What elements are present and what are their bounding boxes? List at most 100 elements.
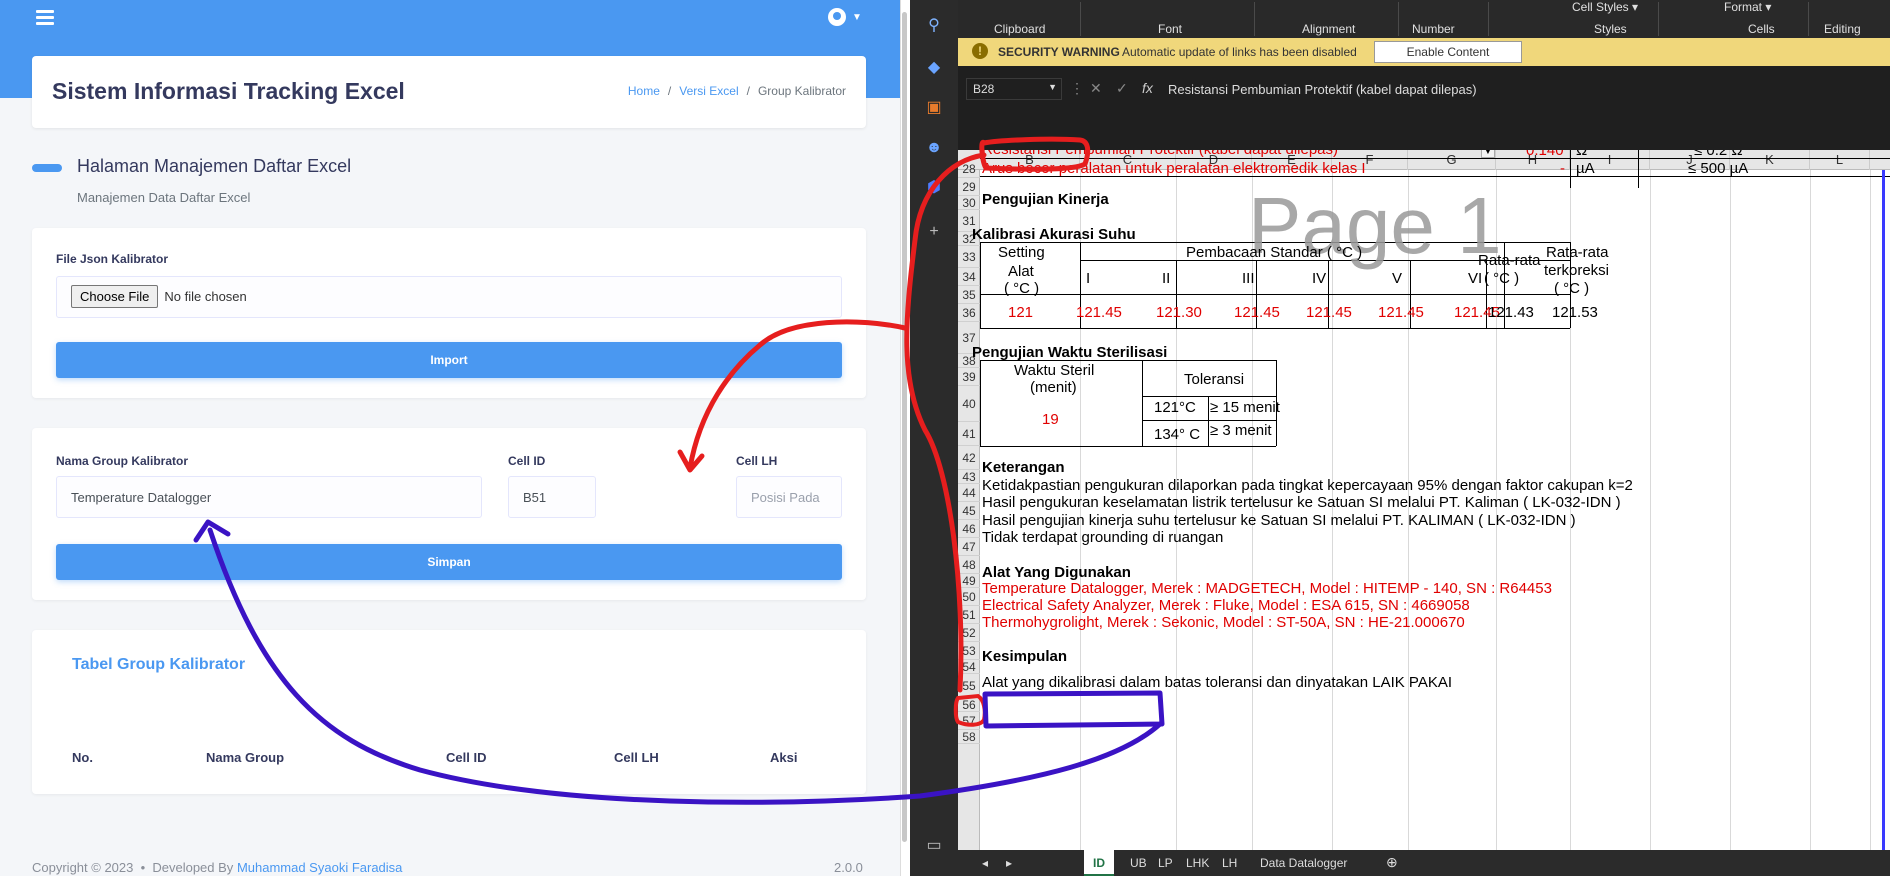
row-header[interactable]: 42 [958,446,980,470]
plus-icon[interactable]: + [924,222,944,242]
footer-author-link[interactable]: Muhammad Syaoki Faradisa [237,860,402,875]
enable-content-button[interactable]: Enable Content [1374,41,1522,63]
cell-i28[interactable]: 0.140 [1526,150,1564,159]
row-header[interactable]: 44 [958,484,980,502]
row-header[interactable]: 39 [958,368,980,386]
cell-b41[interactable]: 19 [1042,411,1059,428]
cell-roman-header[interactable]: II [1162,270,1170,287]
row-header[interactable]: 41 [958,422,980,446]
cell-b47[interactable]: Hasil pengujian kinerja suhu tertelusur … [982,512,1576,529]
cell-setting-3[interactable]: ( °C ) [1004,280,1039,297]
more-icon[interactable]: ⋮ [1070,80,1084,97]
cell-id-input[interactable]: B51 [508,476,596,518]
cell-roman-header[interactable]: V [1392,270,1402,287]
import-button[interactable]: Import [56,342,842,378]
cell-reading[interactable]: 121.45 [1306,304,1352,321]
row-header[interactable]: 43 [958,470,980,484]
cell-pembacaan[interactable]: Pembacaan Standar ( °C ) [1186,244,1362,261]
sheet-tab-id[interactable]: ID [1084,850,1114,876]
row-header[interactable]: 47 [958,538,980,556]
cell-j29[interactable]: µA [1576,160,1595,177]
cell-reading[interactable]: 121.45 [1234,304,1280,321]
dropdown-arrow-icon[interactable]: ▼ [1481,150,1495,158]
row-header[interactable]: 54 [958,660,980,674]
row-header[interactable]: 48 [958,556,980,574]
cell-j28[interactable]: Ω [1576,150,1587,159]
cell-d41[interactable]: 121°C [1154,399,1196,416]
cell-ratarata-1[interactable]: Rata-rata [1478,252,1541,269]
breadcrumb-versi-excel[interactable]: Versi Excel [679,84,738,98]
scrollbar-thumb[interactable] [902,12,907,842]
sheet-tab-lp[interactable]: LP [1158,856,1173,870]
sheet-tab-data-datalogger[interactable]: Data Datalogger [1260,856,1347,870]
choose-file-button[interactable]: Choose File [71,285,159,308]
sheet-tab-lhk[interactable]: LHK [1186,856,1209,870]
row-header[interactable]: 46 [958,520,980,538]
cell-b33[interactable]: Kalibrasi Akurasi Suhu [972,226,1136,243]
enter-icon[interactable]: ✓ [1116,80,1128,97]
tab-scroll-right-icon[interactable]: ▸ [1006,856,1012,870]
row-header[interactable]: 49 [958,574,980,588]
cell-b39[interactable]: Pengujian Waktu Sterilisasi [972,344,1167,361]
hamburger-menu-icon[interactable] [36,10,54,26]
tab-scroll-left-icon[interactable]: ◂ [982,856,988,870]
cell-b53[interactable]: Thermohygrolight, Merek : Sekonic, Model… [982,614,1465,631]
row-header[interactable]: 56 [958,698,980,712]
cell-roman-header[interactable]: VI [1468,270,1482,287]
shield-icon[interactable]: ⬢ [924,178,944,198]
cell-b28[interactable]: Resistansi Pembumian Protektif (kabel da… [982,150,1338,158]
cell-b46[interactable]: Hasil pengukuran keselamatan listrik ter… [982,494,1621,511]
row-header[interactable]: 35 [958,286,980,304]
cell-b48[interactable]: Tidak terdapat grounding di ruangan [982,529,1223,546]
cell-j37[interactable]: 121.53 [1552,304,1598,321]
toolbox-icon[interactable]: ▣ [924,98,944,118]
person-icon[interactable]: ☻ [924,138,944,158]
cell-ratarata-2[interactable]: ( °C ) [1484,270,1519,287]
row-header[interactable]: 53 [958,642,980,660]
row-header[interactable]: 34 [958,268,980,286]
cell-toleransi[interactable]: Toleransi [1184,371,1244,388]
row-header[interactable]: 52 [958,624,980,642]
cell-terkoreksi-2[interactable]: terkoreksi [1544,262,1609,279]
cell-terkoreksi-1[interactable]: Rata-rata [1546,244,1609,261]
cell-b44[interactable]: Keterangan [982,459,1065,476]
search-icon[interactable]: ⚲ [924,16,944,36]
cell-setting-2[interactable]: Alat [1008,263,1034,280]
cell-i37[interactable]: 121.43 [1488,304,1534,321]
cell-terkoreksi-3[interactable]: ( °C ) [1554,280,1589,297]
format-button[interactable]: Format ▾ [1724,0,1771,14]
formula-input[interactable]: Resistansi Pembumian Protektif (kabel da… [1168,82,1477,97]
cell-b45[interactable]: Ketidakpastian pengukuran dilaporkan pad… [982,477,1633,494]
add-sheet-icon[interactable]: ⊕ [1386,854,1398,871]
breadcrumb-home[interactable]: Home [628,84,660,98]
tag-icon[interactable]: ◆ [924,58,944,78]
row-header[interactable]: 57 [958,712,980,730]
cell-styles-button[interactable]: Cell Styles ▾ [1572,0,1638,14]
cell-reading[interactable]: 121.30 [1156,304,1202,321]
cell-waktu-2[interactable]: (menit) [1030,379,1077,396]
panel-icon[interactable]: ▭ [924,836,944,856]
cancel-icon[interactable]: ✕ [1090,80,1102,97]
spreadsheet-grid[interactable]: BCDEFGHIJKL 28 29 30 31 32 33 34 35 36 37 38 39 40 41… [958,150,1890,850]
cell-waktu-1[interactable]: Waktu Steril [1014,362,1094,379]
cell-b29[interactable]: Arus bocor peralatan untuk peralatan ele… [982,160,1366,177]
function-icon[interactable]: fx [1142,80,1153,96]
row-header[interactable]: 45 [958,502,980,520]
cell-b51[interactable]: Temperature Datalogger, Merek : MADGETEC… [982,580,1552,597]
user-menu[interactable]: ▼ [828,8,862,27]
row-header[interactable]: 33 [958,246,980,268]
name-box[interactable]: B28 ▼ [966,78,1062,100]
cell-b50[interactable]: Alat Yang Digunakan [982,564,1131,581]
cell-b37[interactable]: 121 [1008,304,1033,321]
cell-setting-1[interactable]: Setting [998,244,1045,261]
cell-b55[interactable]: Kesimpulan [982,648,1067,665]
cell-b31[interactable]: Pengujian Kinerja [982,191,1109,208]
file-input[interactable]: Choose File No file chosen [56,276,842,318]
sheet-tab-lh[interactable]: LH [1222,856,1237,870]
cell-b52[interactable]: Electrical Safety Analyzer, Merek : Fluk… [982,597,1470,614]
cell-lh-input[interactable]: Posisi Pada [736,476,842,518]
cell-roman-header[interactable]: I [1086,270,1090,287]
group-name-input[interactable]: Temperature Datalogger [56,476,482,518]
row-header[interactable]: 28 [958,160,980,178]
cell-k28[interactable]: ≤ 0.2 Ω [1694,150,1743,159]
